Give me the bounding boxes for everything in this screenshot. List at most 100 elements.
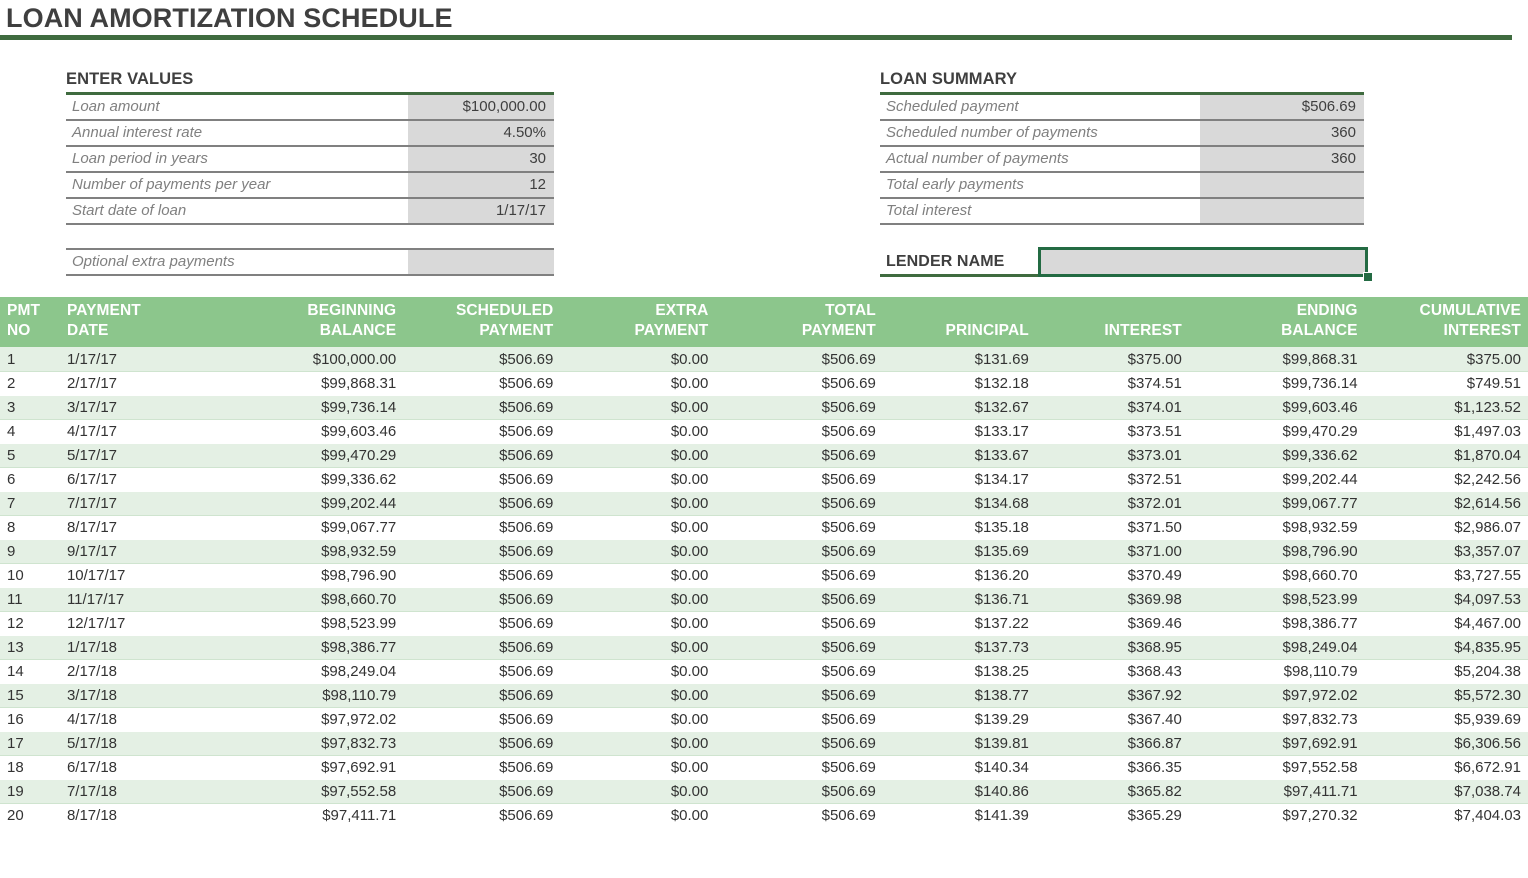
table-cell[interactable]: $0.00	[560, 539, 716, 564]
table-cell[interactable]: 9	[0, 539, 60, 564]
table-cell[interactable]: $506.69	[403, 779, 561, 804]
table-cell[interactable]: $132.18	[882, 371, 1036, 396]
table-cell[interactable]: $135.18	[882, 515, 1036, 540]
column-header[interactable]: INTEREST	[1035, 297, 1189, 348]
table-cell[interactable]: $506.69	[403, 731, 561, 756]
column-header[interactable]: PRINCIPAL	[882, 297, 1036, 348]
table-cell[interactable]: $375.00	[1035, 347, 1189, 372]
table-cell[interactable]: 5	[0, 443, 60, 468]
table-cell[interactable]: $98,523.99	[225, 611, 404, 636]
table-row[interactable]: 15 3/17/18 $98,110.79 $506.69 $0.00 $506.69 $1…	[0, 683, 1528, 708]
table-cell[interactable]: 6	[0, 467, 60, 492]
table-cell[interactable]: $134.17	[882, 467, 1036, 492]
table-cell[interactable]: $365.82	[1035, 779, 1189, 804]
table-cell[interactable]: $99,202.44	[1188, 467, 1365, 492]
table-cell[interactable]: $141.39	[882, 803, 1036, 828]
table-cell[interactable]: 12/17/17	[59, 611, 226, 636]
table-cell[interactable]: $5,939.69	[1364, 707, 1528, 732]
table-cell[interactable]: 8/17/18	[59, 803, 226, 828]
table-cell[interactable]: 11/17/17	[59, 587, 226, 612]
table-cell[interactable]: $97,270.32	[1188, 803, 1365, 828]
table-cell[interactable]: $6,306.56	[1364, 731, 1528, 756]
table-cell[interactable]: $0.00	[560, 731, 716, 756]
table-cell[interactable]: $0.00	[560, 371, 716, 396]
table-cell[interactable]: $0.00	[560, 611, 716, 636]
table-cell[interactable]: $98,110.79	[1188, 659, 1365, 684]
column-header[interactable]: SCHEDULED PAYMENT	[403, 297, 561, 348]
table-cell[interactable]: 3/17/18	[59, 683, 226, 708]
table-cell[interactable]: $133.67	[882, 443, 1036, 468]
table-cell[interactable]: 16	[0, 707, 60, 732]
table-cell[interactable]: $97,972.02	[225, 707, 404, 732]
table-cell[interactable]: 2/17/17	[59, 371, 226, 396]
table-cell[interactable]: $506.69	[403, 707, 561, 732]
table-cell[interactable]: $506.69	[715, 779, 883, 804]
table-cell[interactable]: $97,552.58	[1188, 755, 1365, 780]
table-cell[interactable]: $99,336.62	[225, 467, 404, 492]
table-cell[interactable]: 2/17/18	[59, 659, 226, 684]
table-row[interactable]: 1 1/17/17 $100,000.00 $506.69 $0.00 $506.69 $1…	[0, 347, 1528, 372]
table-cell[interactable]: $506.69	[715, 587, 883, 612]
table-cell[interactable]: $98,796.90	[1188, 539, 1365, 564]
enter-values-input[interactable]: $100,000.00	[408, 93, 554, 121]
table-cell[interactable]: $98,660.70	[225, 587, 404, 612]
table-cell[interactable]: $0.00	[560, 635, 716, 660]
table-cell[interactable]: $137.73	[882, 635, 1036, 660]
table-cell[interactable]: 6/17/17	[59, 467, 226, 492]
table-cell[interactable]: 14	[0, 659, 60, 684]
column-header[interactable]: BEGINNING BALANCE	[225, 297, 404, 348]
table-row[interactable]: 16 4/17/18 $97,972.02 $506.69 $0.00 $506.69 $1…	[0, 707, 1528, 732]
table-cell[interactable]: $97,832.73	[1188, 707, 1365, 732]
table-cell[interactable]: $506.69	[403, 443, 561, 468]
table-cell[interactable]: $97,692.91	[225, 755, 404, 780]
table-cell[interactable]: $371.00	[1035, 539, 1189, 564]
table-cell[interactable]: $139.29	[882, 707, 1036, 732]
table-cell[interactable]: 10	[0, 563, 60, 588]
table-cell[interactable]: $0.00	[560, 347, 716, 372]
table-cell[interactable]: $0.00	[560, 491, 716, 516]
table-cell[interactable]: 15	[0, 683, 60, 708]
table-cell[interactable]: 1/17/18	[59, 635, 226, 660]
table-cell[interactable]: $2,614.56	[1364, 491, 1528, 516]
table-cell[interactable]: $506.69	[715, 515, 883, 540]
table-cell[interactable]: $506.69	[715, 347, 883, 372]
table-cell[interactable]: $506.69	[403, 611, 561, 636]
table-cell[interactable]: 7/17/18	[59, 779, 226, 804]
table-cell[interactable]: $98,796.90	[225, 563, 404, 588]
table-cell[interactable]: $374.51	[1035, 371, 1189, 396]
table-cell[interactable]: $97,832.73	[225, 731, 404, 756]
table-cell[interactable]: $373.51	[1035, 419, 1189, 444]
table-row[interactable]: 12 12/17/17 $98,523.99 $506.69 $0.00 $506.69 $…	[0, 611, 1528, 636]
table-cell[interactable]: $369.46	[1035, 611, 1189, 636]
table-cell[interactable]: $137.22	[882, 611, 1036, 636]
table-cell[interactable]: $132.67	[882, 395, 1036, 420]
table-row[interactable]: 18 6/17/18 $97,692.91 $506.69 $0.00 $506.69 $1…	[0, 755, 1528, 780]
table-cell[interactable]: 10/17/17	[59, 563, 226, 588]
table-cell[interactable]: $99,868.31	[1188, 347, 1365, 372]
table-cell[interactable]: $99,603.46	[225, 419, 404, 444]
table-cell[interactable]: $372.51	[1035, 467, 1189, 492]
table-cell[interactable]: $99,868.31	[225, 371, 404, 396]
enter-values-input[interactable]: 4.50%	[408, 120, 554, 147]
table-cell[interactable]: $506.69	[715, 707, 883, 732]
table-cell[interactable]: $506.69	[403, 635, 561, 660]
table-cell[interactable]: 20	[0, 803, 60, 828]
table-row[interactable]: 6 6/17/17 $99,336.62 $506.69 $0.00 $506.69 $13…	[0, 467, 1528, 492]
table-cell[interactable]: $98,249.04	[1188, 635, 1365, 660]
table-cell[interactable]: $369.98	[1035, 587, 1189, 612]
table-cell[interactable]: $368.43	[1035, 659, 1189, 684]
table-cell[interactable]: $98,249.04	[225, 659, 404, 684]
table-cell[interactable]: $506.69	[715, 467, 883, 492]
table-cell[interactable]: $1,123.52	[1364, 395, 1528, 420]
table-cell[interactable]: $99,603.46	[1188, 395, 1365, 420]
table-cell[interactable]: $135.69	[882, 539, 1036, 564]
table-row[interactable]: 2 2/17/17 $99,868.31 $506.69 $0.00 $506.69 $13…	[0, 371, 1528, 396]
table-cell[interactable]: $506.69	[403, 371, 561, 396]
table-cell[interactable]: $0.00	[560, 659, 716, 684]
table-row[interactable]: 11 11/17/17 $98,660.70 $506.69 $0.00 $506.69 $…	[0, 587, 1528, 612]
table-cell[interactable]: 1/17/17	[59, 347, 226, 372]
table-cell[interactable]: $506.69	[403, 587, 561, 612]
table-cell[interactable]: $98,386.77	[225, 635, 404, 660]
table-cell[interactable]: $506.69	[403, 683, 561, 708]
table-cell[interactable]: $4,097.53	[1364, 587, 1528, 612]
